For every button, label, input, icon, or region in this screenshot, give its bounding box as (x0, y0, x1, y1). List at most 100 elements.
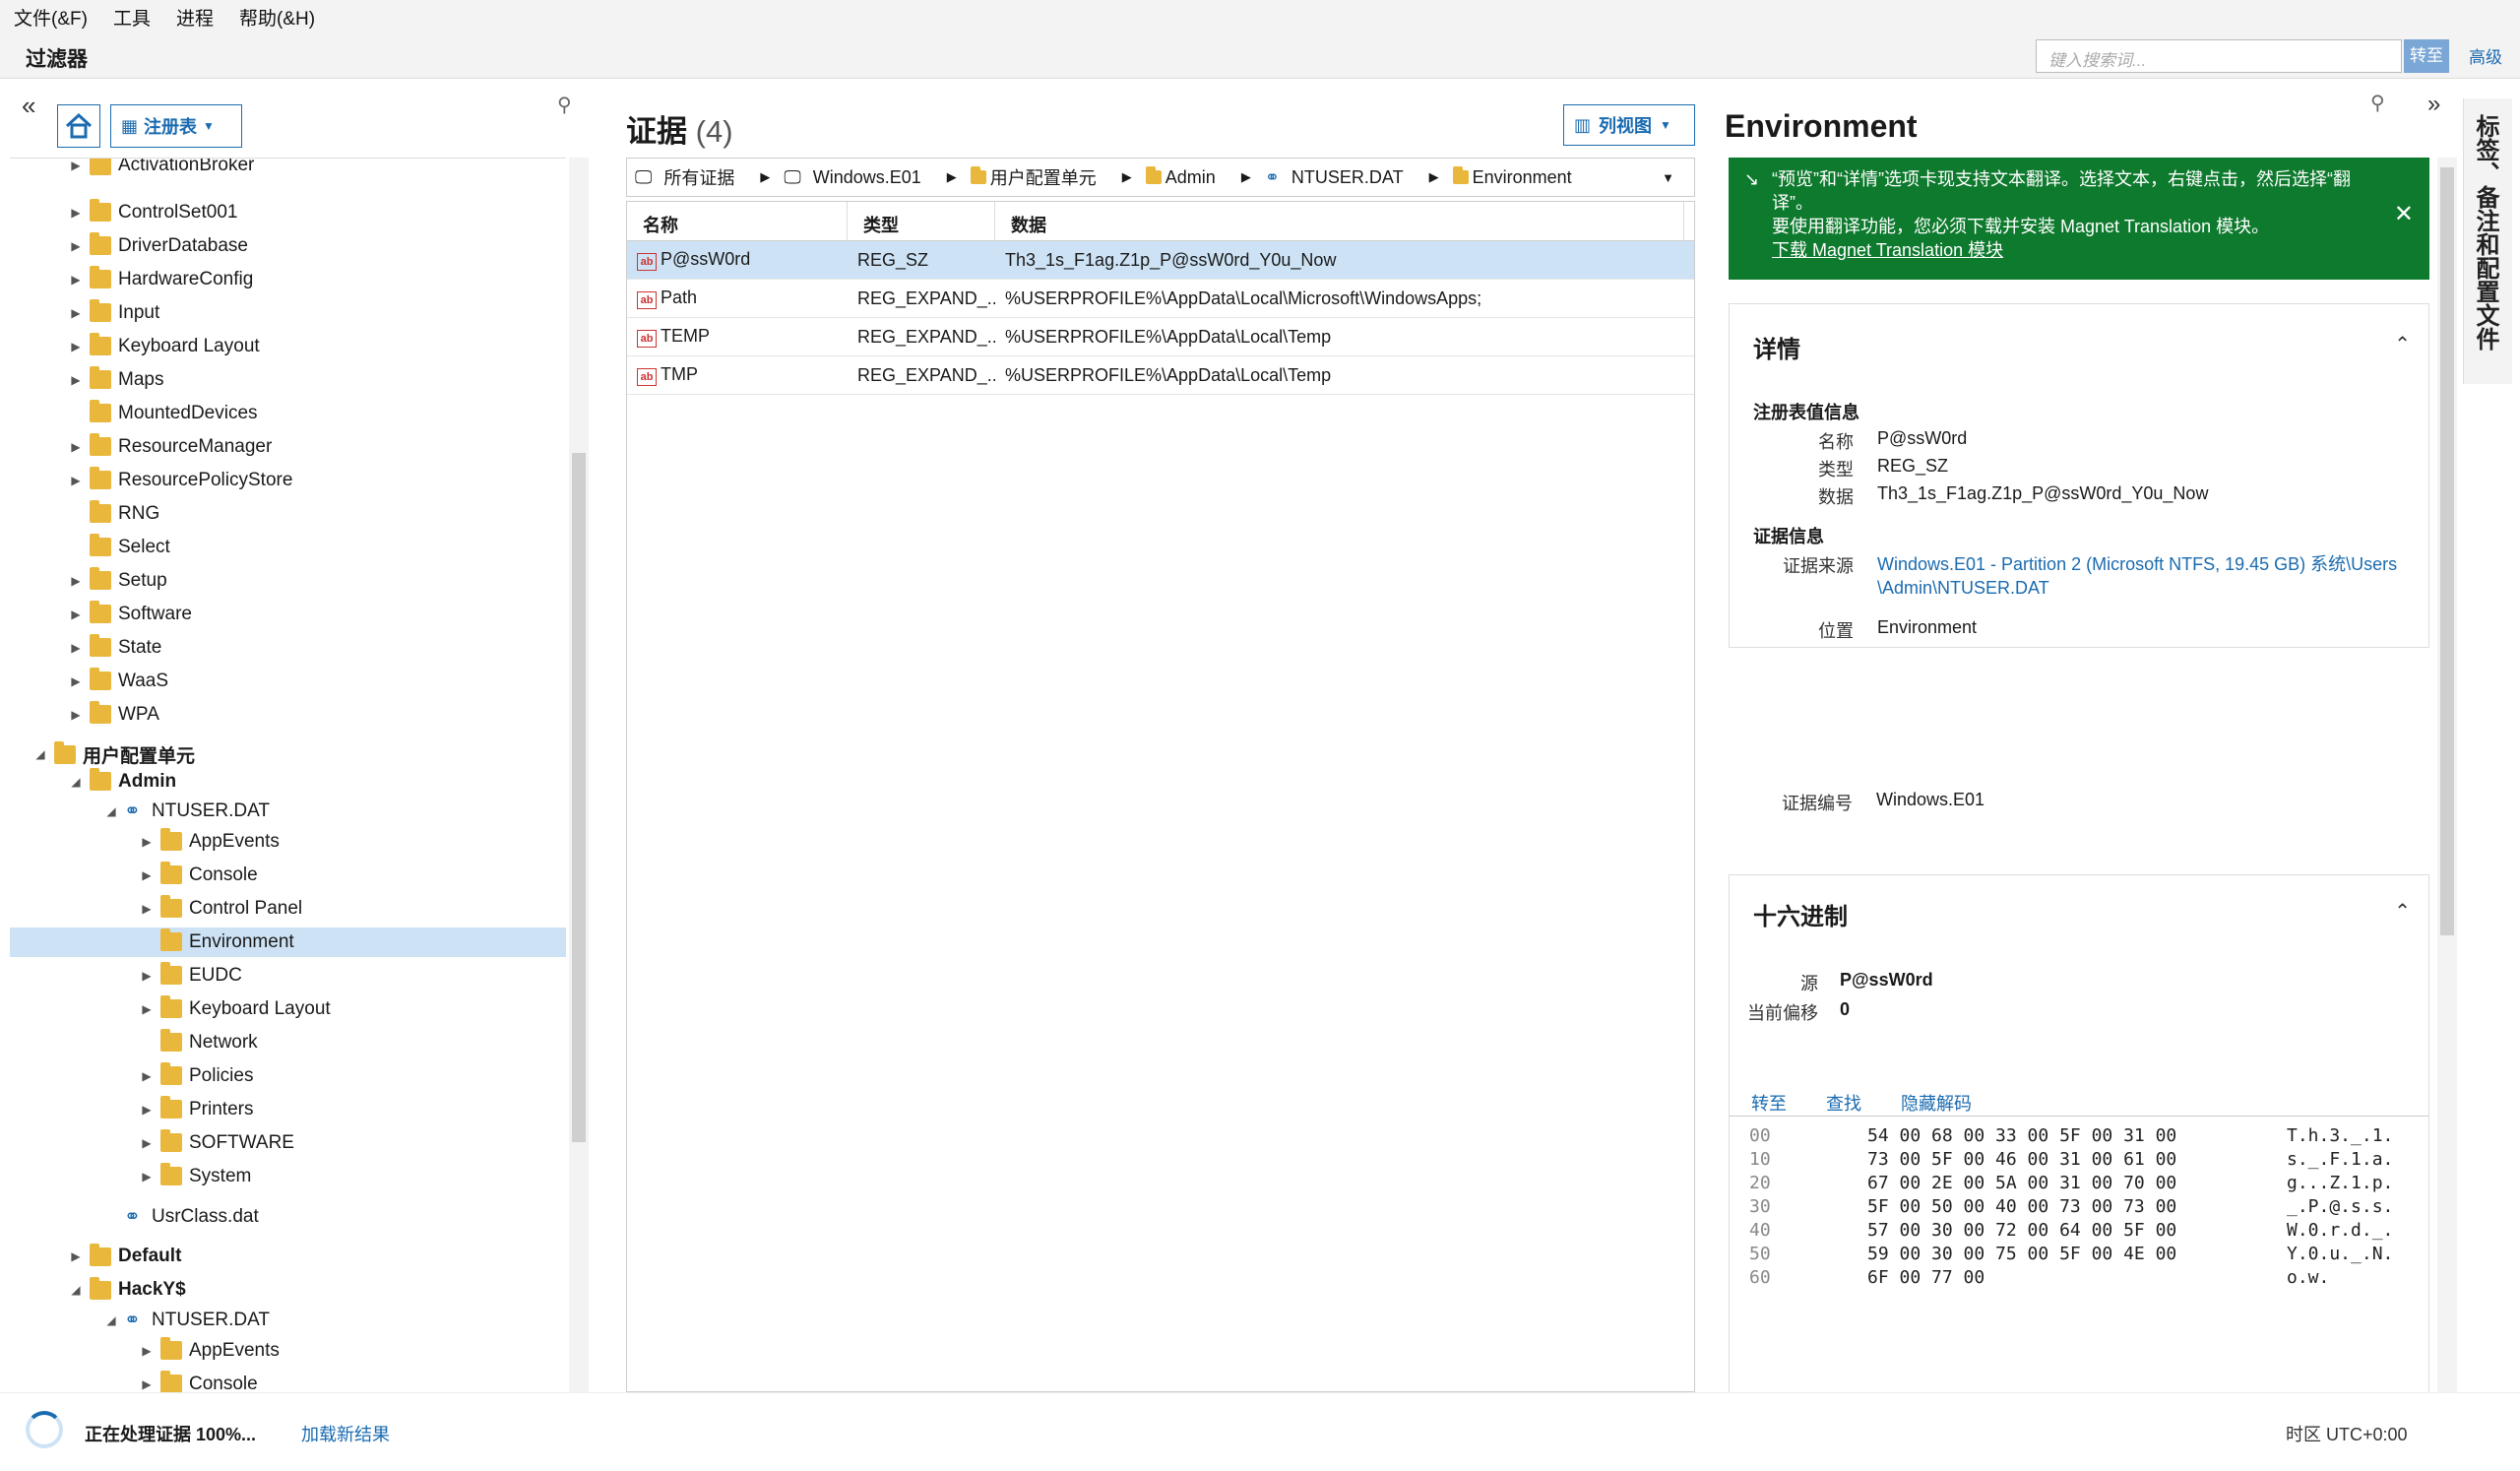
search-input[interactable]: 键入搜索词... (2036, 39, 2402, 73)
expand-arrow-icon[interactable]: ▶ (69, 340, 83, 353)
expand-arrow-icon[interactable]: ▶ (69, 206, 83, 220)
scrollbar-thumb[interactable] (572, 453, 586, 1142)
expand-arrow-icon[interactable]: ▶ (69, 674, 83, 688)
tree-node[interactable]: ▶ EUDC (10, 961, 566, 991)
tree-node[interactable]: ▶ ResourcePolicyStore (10, 466, 566, 495)
home-button[interactable] (57, 104, 100, 148)
tree-node[interactable]: Network (10, 1028, 566, 1057)
expand-arrow-icon[interactable]: ▶ (140, 969, 154, 983)
tree-node[interactable]: ▶ Control Panel (10, 894, 566, 924)
expanded-arrow-icon[interactable]: ◢ (104, 804, 118, 818)
table-row[interactable]: ab TEMP REG_EXPAND_... %USERPROFILE%\AppDat… (627, 318, 1694, 356)
expand-arrow-icon[interactable]: ▶ (69, 574, 83, 588)
tree-node[interactable]: ▶ AppEvents (10, 1336, 566, 1366)
tree-node[interactable]: ▶ SOFTWARE (10, 1128, 566, 1158)
column-header-type[interactable]: 类型 (848, 202, 995, 240)
tree-node[interactable]: ⚭ UsrClass.dat (10, 1202, 566, 1232)
expand-arrow-icon[interactable]: ▶ (69, 608, 83, 621)
tree-node[interactable]: ▶ HardwareConfig (10, 265, 566, 294)
tree-node[interactable]: ▶ WaaS (10, 667, 566, 696)
breadcrumb-item[interactable]: 所有证据 (663, 164, 734, 190)
tree-scrollbar[interactable] (569, 158, 589, 1392)
tree-node[interactable]: ▶ Keyboard Layout (10, 994, 566, 1024)
tree-node[interactable]: ▶ Setup (10, 566, 566, 596)
collapse-left-icon[interactable]: « (22, 91, 35, 121)
detail-scrollbar[interactable] (2437, 158, 2457, 1392)
expand-arrow-icon[interactable]: ▶ (140, 902, 154, 916)
source-link[interactable]: Windows.E01 - Partition 2 (Microsoft NTF… (1877, 552, 2409, 600)
tree-node[interactable]: ▶ Keyboard Layout (10, 332, 566, 361)
expand-arrow-icon[interactable]: ▶ (69, 273, 83, 287)
hex-tab-goto[interactable]: 转至 (1751, 1090, 1787, 1116)
menu-tools[interactable]: 工具 (113, 4, 151, 31)
expand-arrow-icon[interactable]: ▶ (140, 868, 154, 882)
tree-node[interactable]: ▶ AppEvents (10, 827, 566, 857)
column-header-data[interactable]: 数据 (995, 202, 1684, 240)
hex-tab-find[interactable]: 查找 (1826, 1090, 1861, 1116)
menu-file[interactable]: 文件(&F) (14, 4, 88, 31)
tree-node[interactable]: ▶ State (10, 633, 566, 663)
menu-help[interactable]: 帮助(&H) (239, 4, 315, 31)
expand-arrow-icon[interactable]: ▶ (69, 440, 83, 454)
collapse-details-icon[interactable]: ⌃ (2394, 332, 2411, 356)
pin-icon[interactable]: ⚲ (2370, 91, 2385, 115)
advanced-link[interactable]: 高级 (2469, 43, 2502, 68)
expand-arrow-icon[interactable]: ▶ (140, 1103, 154, 1117)
tree-node[interactable]: ▶ ResourceManager (10, 432, 566, 462)
menu-process[interactable]: 进程 (176, 4, 214, 31)
registry-tree[interactable]: ▶ ActivationBroker ▶ ControlSet001 ▶ DriverDa… (10, 158, 566, 1392)
go-button[interactable]: 转至 (2404, 39, 2449, 73)
tree-node[interactable]: ▶ Console (10, 861, 566, 890)
tree-node[interactable]: ◢ HackY$ (10, 1275, 566, 1305)
tree-node[interactable]: ◢ ⚭ NTUSER.DAT (10, 1306, 566, 1335)
column-view-button[interactable]: ▥ 列视图 ▼ (1563, 104, 1695, 146)
tree-node[interactable]: ▶ ActivationBroker (10, 159, 566, 180)
breadcrumb-item[interactable]: Environment (1473, 167, 1572, 188)
pin-icon[interactable]: ⚲ (557, 93, 572, 117)
tree-node[interactable]: ◢ ⚭ NTUSER.DAT (10, 797, 566, 826)
collapse-hex-icon[interactable]: ⌃ (2394, 899, 2411, 924)
tree-node[interactable]: MountedDevices (10, 399, 566, 428)
breadcrumb-item[interactable]: NTUSER.DAT (1292, 167, 1404, 188)
expand-arrow-icon[interactable]: ▶ (140, 835, 154, 849)
expand-arrow-icon[interactable]: ▶ (69, 641, 83, 655)
tree-node[interactable]: ▶ Default (10, 1242, 566, 1271)
tags-comments-profiles-tab[interactable]: 标签、备注和配置文件 (2463, 98, 2512, 384)
tree-node[interactable]: ▶ Input (10, 298, 566, 328)
collapse-right-icon[interactable]: » (2427, 91, 2440, 118)
tree-node[interactable]: ◢ 用户配置单元 (10, 739, 566, 769)
tree-node[interactable]: ▶ Maps (10, 365, 566, 395)
tree-node[interactable]: Select (10, 533, 566, 562)
expand-arrow-icon[interactable]: ▶ (140, 1170, 154, 1183)
expanded-arrow-icon[interactable]: ◢ (69, 1283, 83, 1297)
chevron-down-icon[interactable]: ▼ (1662, 170, 1674, 185)
tree-node[interactable]: RNG (10, 499, 566, 529)
column-header-name[interactable]: 名称 (627, 202, 848, 240)
table-row[interactable]: ab Path REG_EXPAND_... %USERPROFILE%\AppDat… (627, 280, 1694, 318)
expand-arrow-icon[interactable]: ▶ (140, 1069, 154, 1083)
expanded-arrow-icon[interactable]: ◢ (33, 747, 47, 761)
expanded-arrow-icon[interactable]: ◢ (104, 1313, 118, 1327)
expand-arrow-icon[interactable]: ▶ (140, 1344, 154, 1358)
hex-tab-hide-decode[interactable]: 隐藏解码 (1901, 1090, 1972, 1116)
tree-node[interactable]: ▶ Software (10, 600, 566, 629)
tree-node[interactable]: ▶ System (10, 1162, 566, 1191)
expand-arrow-icon[interactable]: ▶ (140, 1377, 154, 1391)
breadcrumb-item[interactable]: 用户配置单元 (990, 164, 1097, 190)
tree-node[interactable]: Environment (10, 927, 566, 957)
expand-arrow-icon[interactable]: ▶ (140, 1002, 154, 1016)
table-row[interactable]: ab TMP REG_EXPAND_... %USERPROFILE%\AppData… (627, 356, 1694, 395)
tree-node[interactable]: ▶ ControlSet001 (10, 198, 566, 227)
tree-node[interactable]: ▶ WPA (10, 700, 566, 730)
expand-arrow-icon[interactable]: ▶ (69, 708, 83, 722)
tree-node[interactable]: ▶ DriverDatabase (10, 231, 566, 261)
registry-view-button[interactable]: ▦ 注册表 ▼ (110, 104, 242, 148)
table-row[interactable]: ab P@ssW0rd REG_SZ Th3_1s_F1ag.Z1p_P@ssW0rd… (627, 241, 1694, 280)
expand-arrow-icon[interactable]: ▶ (69, 1249, 83, 1263)
expand-arrow-icon[interactable]: ▶ (140, 1136, 154, 1150)
download-translation-link[interactable]: 下载 Magnet Translation 模块 (1772, 238, 2412, 262)
breadcrumb-item[interactable]: Admin (1166, 167, 1216, 188)
tree-node[interactable]: ▶ Console (10, 1370, 566, 1392)
expand-arrow-icon[interactable]: ▶ (69, 239, 83, 253)
close-icon[interactable]: ✕ (2394, 203, 2414, 226)
